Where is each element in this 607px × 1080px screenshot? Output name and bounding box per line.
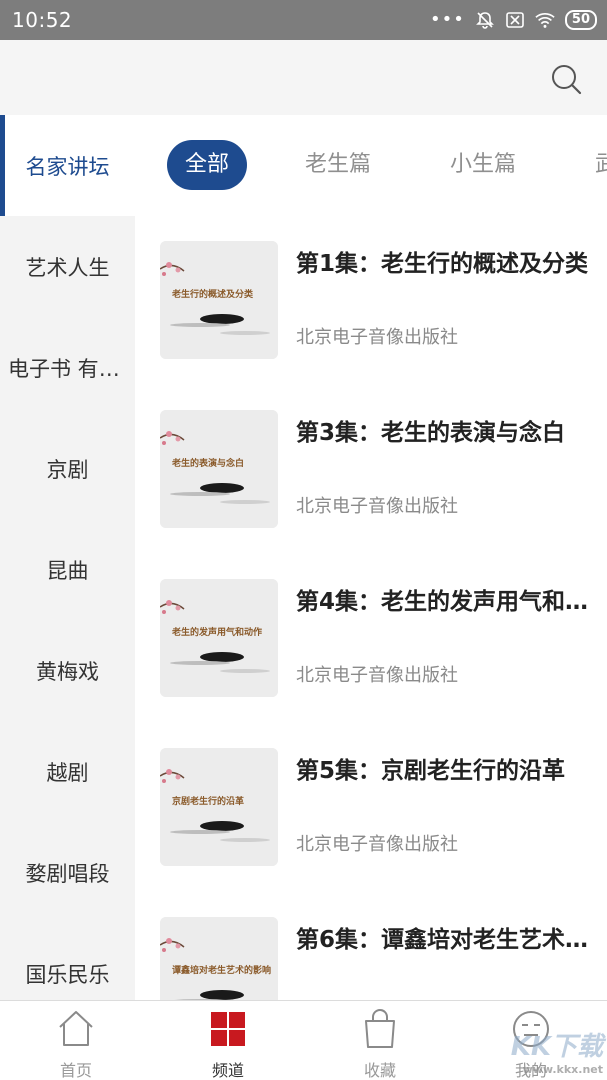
list-item[interactable]: 老生的发声用气和动作 第4集：老生的发声用气和动作 北京电子音像出版社 xyxy=(135,554,607,723)
battery-indicator: 50 xyxy=(564,10,597,30)
episode-publisher: 北京电子音像出版社 xyxy=(296,496,458,517)
sidebar-item-label: 艺术人生 xyxy=(25,255,110,280)
mute-bell-icon xyxy=(475,12,494,29)
bottom-navigation: 首页 频道 收藏 我的 KK下载 www.kkx.net xyxy=(0,1000,607,1080)
status-icons: ••• 50 xyxy=(430,8,597,32)
sidebar-item-jingju[interactable]: 京剧 xyxy=(0,418,135,519)
list-item[interactable]: 京剧老生行的沿革 第5集：京剧老生行的沿革 北京电子音像出版社 xyxy=(135,723,607,892)
tab-wu[interactable]: 武 xyxy=(595,140,607,190)
episode-title: 第3集：老生的表演与念白 xyxy=(296,420,566,446)
sidebar-item-label: 黄梅戏 xyxy=(36,659,99,684)
nav-home-label: 首页 xyxy=(59,1061,92,1080)
episode-title: 第6集：谭鑫培对老生艺术的影响 xyxy=(296,927,596,953)
ink-painting-image xyxy=(160,917,278,1000)
sidebar-item-label: 婺剧唱段 xyxy=(25,861,110,886)
ink-painting-image xyxy=(160,579,278,697)
sidebar-item-label: 昆曲 xyxy=(46,558,89,583)
thumbnail-caption: 老生的表演与念白 xyxy=(172,459,245,469)
list-item[interactable]: 老生行的概述及分类 第1集：老生行的概述及分类 北京电子音像出版社 xyxy=(135,216,607,385)
sidebar-item-label: 电子书 有声书 xyxy=(8,356,127,381)
sidebar-item-label: 越剧 xyxy=(46,760,89,785)
sidebar-item-label: 京剧 xyxy=(46,457,89,482)
ink-painting-image xyxy=(160,748,278,866)
home-icon xyxy=(59,1011,93,1046)
episode-thumbnail: 老生行的概述及分类 xyxy=(160,241,278,359)
tab-all[interactable]: 全部 xyxy=(167,140,248,190)
sidebar-item-label: 国乐民乐 xyxy=(25,962,110,987)
shopping-bag-icon xyxy=(365,1009,395,1048)
thumbnail-caption: 老生行的概述及分类 xyxy=(172,290,254,300)
sidebar-item-kunqu[interactable]: 昆曲 xyxy=(0,519,135,620)
episode-publisher: 北京电子音像出版社 xyxy=(296,834,458,855)
nav-favorites[interactable]: 收藏 xyxy=(330,1007,430,1080)
episode-thumbnail: 京剧老生行的沿革 xyxy=(160,748,278,866)
sidebar-item-yueju[interactable]: 越剧 xyxy=(0,721,135,822)
sub-category-tabs: 全部 老生篇 小生篇 武 xyxy=(135,115,607,216)
nav-channel[interactable]: 频道 xyxy=(178,1007,278,1080)
nav-channel-label: 频道 xyxy=(211,1061,244,1080)
thumbnail-caption: 京剧老生行的沿革 xyxy=(172,797,245,807)
top-bar xyxy=(0,40,607,115)
sim-off-icon xyxy=(506,12,524,28)
status-time: 10:52 xyxy=(12,8,73,32)
sidebar-item-huangmeixi[interactable]: 黄梅戏 xyxy=(0,620,135,721)
wifi-icon xyxy=(535,13,555,28)
list-item[interactable]: 老生的表演与念白 第3集：老生的表演与念白 北京电子音像出版社 xyxy=(135,385,607,554)
episode-title: 第4集：老生的发声用气和动作 xyxy=(296,589,596,615)
sidebar-item-yishu[interactable]: 艺术人生 xyxy=(0,216,135,317)
thumbnail-caption: 谭鑫培对老生艺术的影响 xyxy=(172,966,272,976)
status-bar: 10:52 ••• 50 xyxy=(0,0,607,40)
ink-painting-image xyxy=(160,241,278,359)
episode-thumbnail: 老生的表演与念白 xyxy=(160,410,278,528)
episode-thumbnail: 老生的发声用气和动作 xyxy=(160,579,278,697)
episode-thumbnail: 谭鑫培对老生艺术的影响 xyxy=(160,917,278,1000)
episode-publisher: 北京电子音像出版社 xyxy=(296,665,458,686)
episode-title: 第5集：京剧老生行的沿革 xyxy=(296,758,566,784)
sidebar-item-wuju[interactable]: 婺剧唱段 xyxy=(0,822,135,923)
episode-publisher: 北京电子音像出版社 xyxy=(296,327,458,348)
category-sidebar: 名家讲坛 艺术人生 电子书 有声书 京剧 昆曲 黄梅戏 越剧 婺剧唱段 国乐民乐 xyxy=(0,115,135,1000)
list-item[interactable]: 谭鑫培对老生艺术的影响 第6集：谭鑫培对老生艺术的影响 xyxy=(135,892,607,1000)
sidebar-item-mingjia[interactable]: 名家讲坛 xyxy=(0,115,135,216)
search-icon[interactable] xyxy=(549,62,583,96)
sidebar-item-ebook[interactable]: 电子书 有声书 xyxy=(0,317,135,418)
episode-title: 第1集：老生行的概述及分类 xyxy=(296,251,589,277)
watermark: KK下载 www.kkx.net xyxy=(511,1026,603,1076)
more-dots-icon: ••• xyxy=(430,9,465,30)
channel-grid-icon xyxy=(211,1012,245,1046)
episode-list: 老生行的概述及分类 第1集：老生行的概述及分类 北京电子音像出版社 老生的表演与… xyxy=(135,216,607,1000)
sidebar-item-guoyue[interactable]: 国乐民乐 xyxy=(0,923,135,1000)
watermark-main: KK下载 xyxy=(510,1032,603,1062)
sidebar-item-label: 名家讲坛 xyxy=(25,154,110,179)
thumbnail-caption: 老生的发声用气和动作 xyxy=(172,628,263,638)
nav-home[interactable]: 首页 xyxy=(26,1007,126,1080)
tab-xiaosheng[interactable]: 小生篇 xyxy=(450,140,516,190)
tab-laosheng[interactable]: 老生篇 xyxy=(305,140,371,190)
nav-favorites-label: 收藏 xyxy=(363,1061,396,1080)
ink-painting-image xyxy=(160,410,278,528)
watermark-sub: www.kkx.net xyxy=(522,1063,603,1076)
